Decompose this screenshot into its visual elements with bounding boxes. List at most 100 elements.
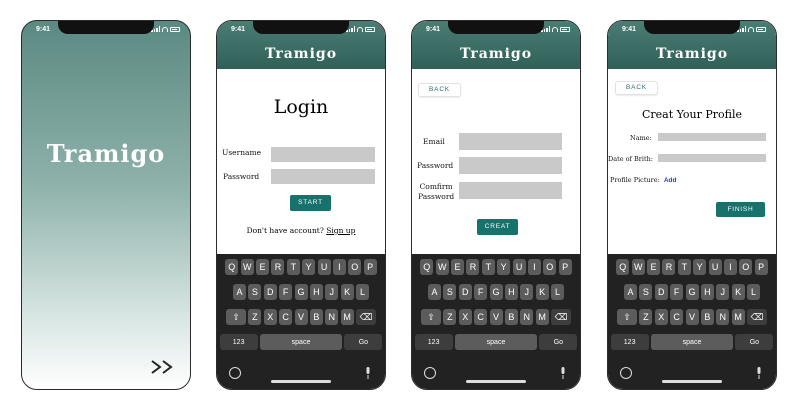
key[interactable]: H <box>309 284 323 300</box>
key[interactable]: H <box>504 284 518 300</box>
key[interactable]: E <box>451 259 465 275</box>
double-chevron-right-icon[interactable] <box>150 359 176 375</box>
key[interactable]: S <box>443 284 457 300</box>
key[interactable]: B <box>504 309 518 325</box>
key[interactable]: Q <box>225 259 239 275</box>
shift-key-icon[interactable]: ⇧ <box>617 309 637 325</box>
key[interactable]: N <box>520 309 534 325</box>
key[interactable]: D <box>263 284 277 300</box>
key[interactable]: W <box>240 259 254 275</box>
key[interactable]: A <box>233 284 246 300</box>
key[interactable]: U <box>708 259 722 275</box>
key[interactable]: C <box>279 309 293 325</box>
email-input[interactable] <box>459 133 562 150</box>
key[interactable]: X <box>654 309 668 325</box>
key[interactable]: P <box>363 259 377 275</box>
key[interactable]: R <box>466 259 480 275</box>
emoji-icon[interactable] <box>620 367 632 379</box>
shift-key-icon[interactable]: ⇧ <box>226 309 246 325</box>
key[interactable]: W <box>435 259 449 275</box>
back-button[interactable]: BACK <box>418 83 461 97</box>
key[interactable]: Y <box>693 259 707 275</box>
go-key[interactable]: Go <box>539 334 578 350</box>
key[interactable]: F <box>474 284 488 300</box>
sign-up-link[interactable]: Sign up <box>326 226 355 235</box>
finish-button[interactable]: FINISH <box>716 202 765 217</box>
dob-input[interactable] <box>658 154 766 162</box>
key[interactable]: A <box>624 284 637 300</box>
username-input[interactable] <box>271 147 375 162</box>
key[interactable]: L <box>356 284 369 300</box>
space-key[interactable]: space <box>260 334 342 350</box>
key[interactable]: T <box>481 259 495 275</box>
delete-key-icon[interactable]: ⌫ <box>747 309 767 325</box>
key[interactable]: P <box>754 259 768 275</box>
key[interactable]: M <box>731 309 745 325</box>
key[interactable]: X <box>263 309 277 325</box>
create-button[interactable]: CREAT <box>477 219 518 235</box>
key[interactable]: S <box>248 284 262 300</box>
key[interactable]: M <box>535 309 549 325</box>
key[interactable]: I <box>527 259 541 275</box>
key[interactable]: F <box>279 284 293 300</box>
key[interactable]: B <box>700 309 714 325</box>
key[interactable]: K <box>731 284 745 300</box>
key[interactable]: K <box>535 284 549 300</box>
space-key[interactable]: space <box>651 334 733 350</box>
key[interactable]: J <box>520 284 534 300</box>
key[interactable]: D <box>458 284 472 300</box>
key[interactable]: F <box>670 284 684 300</box>
key[interactable]: X <box>458 309 472 325</box>
key[interactable]: R <box>662 259 676 275</box>
start-button[interactable]: START <box>290 195 331 211</box>
delete-key-icon[interactable]: ⌫ <box>356 309 376 325</box>
password-input[interactable] <box>271 169 375 184</box>
microphone-icon[interactable] <box>756 367 762 379</box>
key[interactable]: D <box>654 284 668 300</box>
space-key[interactable]: space <box>455 334 537 350</box>
key[interactable]: Z <box>248 309 262 325</box>
key[interactable]: O <box>543 259 557 275</box>
key[interactable]: Q <box>420 259 434 275</box>
key[interactable]: V <box>685 309 699 325</box>
key[interactable]: N <box>716 309 730 325</box>
key[interactable]: J <box>716 284 730 300</box>
microphone-icon[interactable] <box>365 367 371 379</box>
key[interactable]: Z <box>639 309 653 325</box>
delete-key-icon[interactable]: ⌫ <box>551 309 571 325</box>
key[interactable]: C <box>474 309 488 325</box>
key[interactable]: Y <box>302 259 316 275</box>
shift-key-icon[interactable]: ⇧ <box>421 309 441 325</box>
key[interactable]: G <box>294 284 308 300</box>
key[interactable]: L <box>747 284 760 300</box>
key[interactable]: P <box>558 259 572 275</box>
key[interactable]: Q <box>616 259 630 275</box>
key[interactable]: T <box>677 259 691 275</box>
key[interactable]: L <box>551 284 564 300</box>
numbers-key[interactable]: 123 <box>610 334 649 350</box>
key[interactable]: I <box>332 259 346 275</box>
key[interactable]: V <box>489 309 503 325</box>
key[interactable]: H <box>700 284 714 300</box>
numbers-key[interactable]: 123 <box>414 334 453 350</box>
key[interactable]: O <box>348 259 362 275</box>
confirm-password-input[interactable] <box>459 182 562 199</box>
key[interactable]: A <box>428 284 441 300</box>
key[interactable]: O <box>739 259 753 275</box>
key[interactable]: C <box>670 309 684 325</box>
key[interactable]: I <box>723 259 737 275</box>
key[interactable]: M <box>340 309 354 325</box>
key[interactable]: S <box>639 284 653 300</box>
key[interactable]: J <box>325 284 339 300</box>
back-button[interactable]: BACK <box>615 81 658 95</box>
password-input[interactable] <box>459 157 562 174</box>
key[interactable]: G <box>489 284 503 300</box>
key[interactable]: U <box>512 259 526 275</box>
add-picture-link[interactable]: Add <box>664 177 677 184</box>
go-key[interactable]: Go <box>735 334 774 350</box>
key[interactable]: K <box>340 284 354 300</box>
emoji-icon[interactable] <box>229 367 241 379</box>
key[interactable]: Y <box>497 259 511 275</box>
key[interactable]: T <box>286 259 300 275</box>
key[interactable]: G <box>685 284 699 300</box>
